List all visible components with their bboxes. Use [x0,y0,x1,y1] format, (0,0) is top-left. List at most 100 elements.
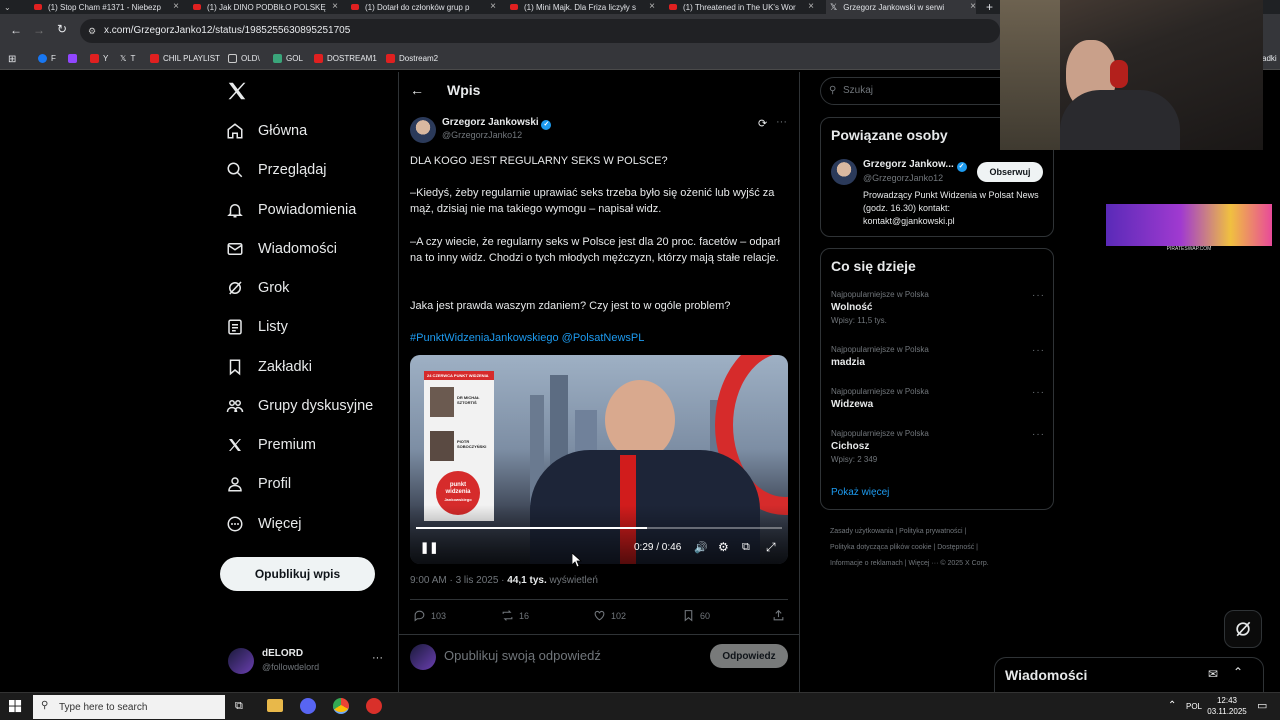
bookmark-button[interactable]: 60 [682,609,710,622]
video-player[interactable]: 24 CZERWCA PUNKT WIDZENIA DR MICHAŁ SZTO… [410,355,788,564]
file-explorer-icon[interactable] [267,699,283,712]
nav-notifications[interactable]: Powiadomienia [226,194,356,226]
settings-icon[interactable]: ⚙ [718,540,729,554]
browser-tab-active[interactable]: 𝕏 Grzegorz Jankowski w serwi × [826,0,976,14]
back-icon[interactable]: ← [10,23,22,37]
show-more-link[interactable]: Pokaż więcej [831,487,889,498]
grok-floating-button[interactable] [1224,610,1262,648]
url-bar[interactable]: ⚙ x.com/GrzegorzJanko12/status/198525563… [80,19,1000,43]
bookmarks-overflow[interactable]: adki [1262,54,1277,63]
share-button[interactable] [772,609,790,622]
more-dots-icon[interactable]: ··· [1032,345,1045,356]
windows-start-icon[interactable] [9,700,22,713]
like-button[interactable]: 102 [593,609,626,622]
pause-icon[interactable]: ❚❚ [420,541,438,554]
bookmark-item[interactable]: Y [90,54,108,63]
nav-lists[interactable]: Listy [226,311,288,343]
related-handle[interactable]: @GrzegorzJanko12 [863,173,943,183]
nav-profile[interactable]: Profil [226,468,291,500]
apps-icon[interactable]: ⊞ [8,54,16,65]
author-handle[interactable]: @GrzegorzJanko12 [442,130,522,140]
more-dots-icon[interactable]: ··· [1032,387,1045,398]
nav-grok[interactable]: Grok [226,272,289,304]
task-view-icon[interactable]: ⧉ [235,700,243,713]
trend-item[interactable]: Najpopularniejsze w Polska madzia ··· [831,345,1045,368]
reply-submit-button[interactable]: Odpowiedz [710,644,788,668]
notifications-icon[interactable]: ▭ [1257,699,1267,712]
chrome-icon[interactable] [333,698,349,714]
trend-item[interactable]: Najpopularniejsze w Polska Cichosz Wpisy… [831,429,1045,464]
tab-search-menu[interactable]: ⌄ [4,0,24,14]
bookmark-item[interactable]: GOL [273,54,303,63]
close-tab-icon[interactable]: × [173,1,179,12]
more-dots-icon[interactable]: ··· [372,652,383,664]
volume-icon[interactable]: 🔊 [694,541,708,554]
follow-button[interactable]: Obserwuj [977,162,1043,182]
x-logo-icon[interactable] [226,80,248,102]
site-info-icon[interactable]: ⚙ [88,19,96,43]
forward-icon[interactable]: → [33,23,45,37]
browser-tab[interactable]: (1) Stop Cham #1371 - Niebezp × [34,0,179,14]
nav-more[interactable]: Więcej [226,508,302,540]
search-input[interactable]: ⚲ Szukaj [820,77,1020,105]
ad-banner[interactable] [1106,204,1272,246]
more-dots-icon[interactable]: ··· [776,116,787,128]
more-dots-icon[interactable]: ··· [1032,429,1045,440]
nav-bookmarks[interactable]: Zakładki [226,351,312,383]
account-switcher[interactable]: dELORD @followdelord ··· [228,646,388,678]
nav-messages[interactable]: Wiadomości [226,233,337,265]
tray-chevron-icon[interactable]: ⌃ [1168,700,1176,711]
video-scrubber[interactable] [416,527,782,529]
close-tab-icon[interactable]: × [490,1,496,12]
new-tab-button[interactable]: + [986,0,998,14]
close-tab-icon[interactable]: × [649,1,655,12]
nav-explore[interactable]: Przeglądaj [226,154,327,186]
taskbar-search[interactable]: ⚲ Type here to search [33,695,225,719]
close-tab-icon[interactable]: × [332,1,338,12]
reply-input[interactable]: Opublikuj swoją odpowiedź [444,648,601,663]
bookmark-item[interactable]: F [38,54,56,63]
clock[interactable]: 12:43 03.11.2025 [1207,695,1247,717]
nav-communities[interactable]: Grupy dyskusyjne [226,390,373,422]
nav-label: Grok [258,280,290,296]
nav-home[interactable]: Główna [226,115,307,147]
browser-tab[interactable]: (1) Mini Majk. Dla Friza liczyły s × [510,0,655,14]
avatar[interactable] [831,159,857,185]
bookmark-item[interactable] [68,54,81,63]
post-button[interactable]: Opublikuj wpis [220,557,375,591]
obs-icon[interactable] [366,698,382,714]
hashtag-link[interactable]: #PunktWidzeniaJankowskiego [410,332,559,344]
reply-button[interactable]: 103 [413,609,446,622]
nav-label: Więcej [258,516,302,532]
bookmark-item[interactable]: CHIL PLAYLIST [150,54,220,63]
author-avatar[interactable] [410,117,436,143]
bookmark-item[interactable]: 𝕏T [120,54,135,63]
language-indicator[interactable]: POL [1186,702,1202,711]
author-name[interactable]: Grzegorz Jankowski ✓ [442,117,552,130]
browser-tab[interactable]: (1) Threatened in The UK's Wor × [669,0,814,14]
expand-icon[interactable]: ⌃ [1233,665,1243,679]
back-arrow-icon[interactable]: ← [410,82,424,98]
trend-item[interactable]: Najpopularniejsze w Polska Widzewa ··· [831,387,1045,410]
related-name[interactable]: Grzegorz Jankow... ✓ [863,159,967,172]
grok-explain-icon[interactable]: ⟳ [758,117,767,130]
more-dots-icon[interactable]: ··· [1032,290,1045,301]
repost-button[interactable]: 16 [501,609,529,622]
new-message-icon[interactable]: ✉ [1208,667,1218,681]
browser-tab[interactable]: (1) Jak DINO PODBIŁO POLSKĘ × [193,0,338,14]
fullscreen-icon[interactable]: ⤢ [766,540,776,555]
reload-icon[interactable]: ↻ [57,22,67,36]
search-icon: ⚲ [41,700,49,711]
browser-tab[interactable]: (1) Dotarł do członków grup p × [351,0,496,14]
close-tab-icon[interactable]: × [970,1,976,12]
bookmark-item[interactable]: Dostream2 [386,54,438,63]
nav-premium[interactable]: Premium [226,429,316,461]
bookmark-folder[interactable]: OLD\ [228,54,260,63]
mention-link[interactable]: @PolsatNewsPL [562,332,645,344]
discord-icon[interactable] [300,698,316,714]
bookmark-item[interactable]: DOSTREAM1 [314,54,377,63]
pip-icon[interactable]: ⧉ [742,541,750,554]
close-tab-icon[interactable]: × [808,1,814,12]
trend-item[interactable]: Najpopularniejsze w Polska Wolność Wpisy… [831,290,1045,325]
messages-drawer[interactable]: Wiadomości ✉ ⌃ [994,657,1264,693]
